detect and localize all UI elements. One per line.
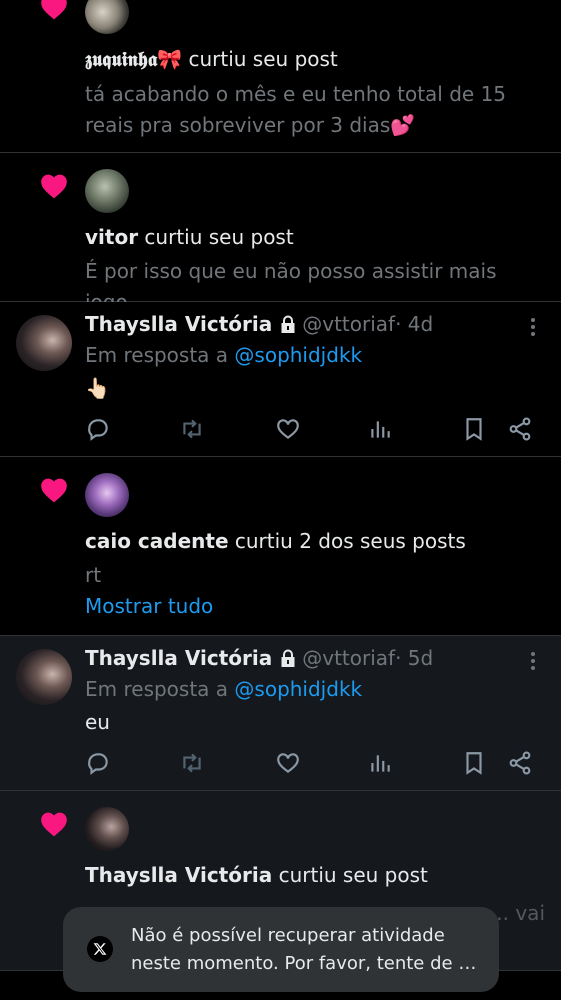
reply-tweet[interactable]: Thayslla Victória @vttoriaf · 5d Em resp… xyxy=(0,636,561,791)
reply-icon[interactable] xyxy=(85,750,111,776)
notification-user[interactable]: vitor xyxy=(85,225,138,249)
reply-mention[interactable]: @sophidjdkk xyxy=(234,343,362,367)
notification-text: Thayslla Victória curtiu seu post xyxy=(85,863,428,887)
retweet-icon[interactable] xyxy=(179,750,205,776)
share-icon[interactable] xyxy=(507,416,533,442)
like-icon[interactable] xyxy=(275,416,301,442)
tweet-header: Thayslla Victória @vttoriaf · 4d xyxy=(85,312,433,336)
views-icon[interactable] xyxy=(367,416,393,442)
author-name[interactable]: Thayslla Victória xyxy=(85,312,272,336)
post-excerpt: rt xyxy=(85,563,102,587)
like-icon[interactable] xyxy=(275,750,301,776)
bookmark-icon[interactable] xyxy=(461,750,487,776)
author-name[interactable]: Thayslla Victória xyxy=(85,646,272,670)
heart-icon xyxy=(41,174,67,199)
reply-context: Em resposta a @sophidjdkk xyxy=(85,343,363,367)
reply-mention[interactable]: @sophidjdkk xyxy=(234,677,362,701)
heart-icon xyxy=(41,812,67,837)
post-excerpt: tá acabando o mês e eu tenho total de 15… xyxy=(85,82,507,137)
notification-text: 𝖟𝖚𝖖𝖚𝖎𝖓𝖍𝖆🎀 curtiu seu post xyxy=(85,47,338,71)
share-icon[interactable] xyxy=(507,750,533,776)
lock-icon xyxy=(280,315,296,333)
avatar[interactable] xyxy=(85,169,129,213)
tweet-header: Thayslla Victória @vttoriaf · 5d xyxy=(85,646,433,670)
author-handle[interactable]: @vttoriaf xyxy=(302,646,395,670)
tweet-text: 👆🏻 xyxy=(85,376,110,400)
x-logo-icon xyxy=(87,936,113,962)
views-icon[interactable] xyxy=(367,750,393,776)
show-all-link[interactable]: Mostrar tudo xyxy=(85,594,213,618)
reply-tweet[interactable]: Thayslla Victória @vttoriaf · 4d Em resp… xyxy=(0,302,561,457)
reply-context: Em resposta a @sophidjdkk xyxy=(85,677,363,701)
notification-text: vitor curtiu seu post xyxy=(85,225,294,249)
tweet-actions xyxy=(85,416,545,446)
author-handle[interactable]: @vttoriaf xyxy=(302,312,395,336)
like-notification[interactable]: 𝖟𝖚𝖖𝖚𝖎𝖓𝖍𝖆🎀 curtiu seu post tá acabando o … xyxy=(0,0,561,153)
lock-icon xyxy=(280,649,296,667)
retweet-icon[interactable] xyxy=(179,416,205,442)
heart-icon xyxy=(41,0,67,20)
tweet-actions xyxy=(85,750,545,780)
toast-message: Não é possível recuperar atividade neste… xyxy=(131,925,481,974)
tweet-text: eu xyxy=(85,710,110,734)
avatar[interactable] xyxy=(85,807,129,851)
error-toast[interactable]: Não é possível recuperar atividade neste… xyxy=(63,907,499,992)
tweet-time: · 4d xyxy=(395,312,434,336)
avatar[interactable] xyxy=(85,473,129,517)
notification-text: caio cadente curtiu 2 dos seus posts xyxy=(85,529,466,553)
more-icon[interactable] xyxy=(523,650,543,672)
more-icon[interactable] xyxy=(523,316,543,338)
reply-icon[interactable] xyxy=(85,416,111,442)
bookmark-icon[interactable] xyxy=(461,416,487,442)
like-notification[interactable]: caio cadente curtiu 2 dos seus posts rt … xyxy=(0,457,561,636)
avatar[interactable] xyxy=(16,649,72,705)
avatar[interactable] xyxy=(85,0,129,34)
notification-user[interactable]: caio cadente xyxy=(85,529,229,553)
avatar[interactable] xyxy=(16,315,72,371)
notification-user[interactable]: 𝖟𝖚𝖖𝖚𝖎𝖓𝖍𝖆🎀 xyxy=(85,47,182,71)
like-notification[interactable]: vitor curtiu seu post É por isso que eu … xyxy=(0,153,561,314)
tweet-time: · 5d xyxy=(395,646,434,670)
heart-icon xyxy=(41,478,67,503)
notification-user[interactable]: Thayslla Victória xyxy=(85,863,272,887)
